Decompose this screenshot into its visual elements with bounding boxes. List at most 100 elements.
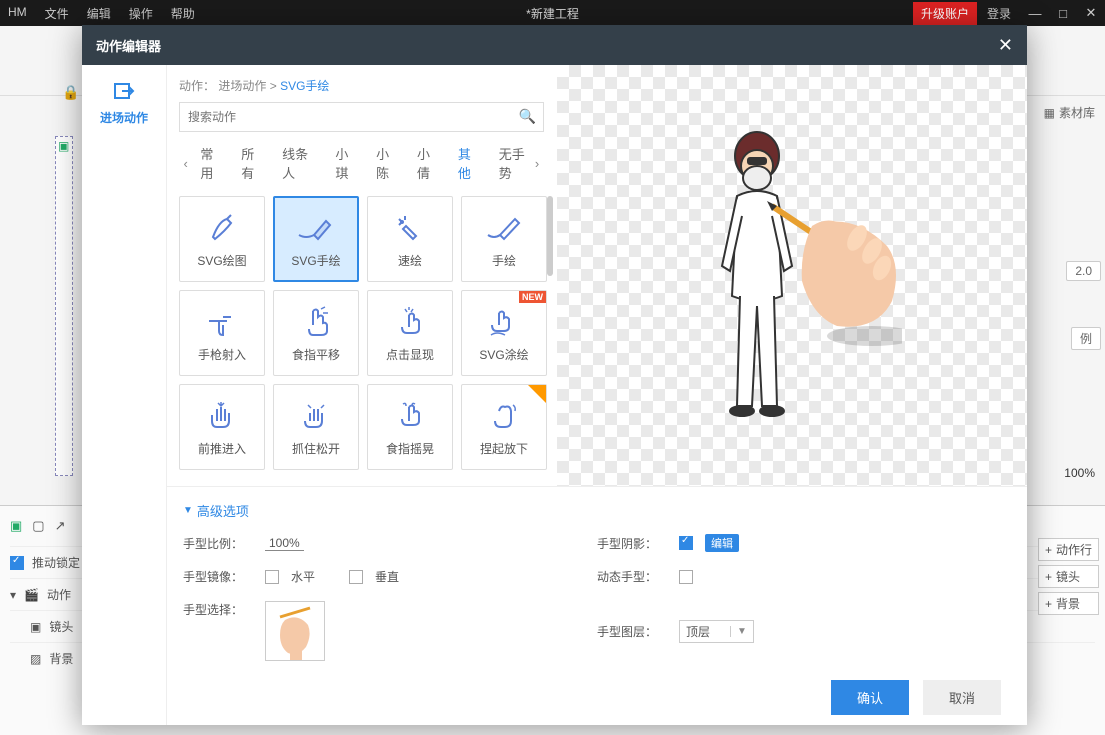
advanced-options-toggle[interactable]: ▼ 高级选项	[183, 501, 1011, 520]
login-button[interactable]: 登录	[977, 5, 1021, 22]
tab-other[interactable]: 其他	[450, 140, 491, 186]
paint-icon	[487, 304, 521, 340]
card-label: 抓住松开	[292, 440, 340, 457]
card-label: 食指平移	[292, 346, 340, 363]
action-card-push[interactable]: 前推进入	[179, 384, 265, 470]
action-card-handdraw[interactable]: SVG手绘	[273, 196, 359, 282]
shadow-edit-button[interactable]: 编辑	[705, 534, 739, 552]
value-field-2[interactable]: 例	[1071, 327, 1101, 350]
row-background-label: 背景	[49, 650, 73, 667]
canvas-selection	[55, 136, 73, 476]
hand-scale-label: 手型比例：	[183, 535, 253, 552]
action-card-paint[interactable]: NEWSVG涂绘	[461, 290, 547, 376]
modal-sidebar: 进场动作	[82, 65, 167, 725]
corner-badge	[528, 385, 546, 403]
camera-icon: ▣	[58, 139, 69, 153]
edit-tool-icon[interactable]: ▢	[32, 518, 44, 534]
chevron-down-icon[interactable]: ▾	[10, 588, 16, 602]
search-icon[interactable]: 🔍	[519, 108, 536, 125]
grid-scrollbar[interactable]	[547, 196, 553, 276]
row-camera-label: 镜头	[49, 618, 73, 635]
menu-hm[interactable]: HM	[8, 5, 27, 22]
card-label: 捏起放下	[480, 440, 528, 457]
upgrade-button[interactable]: 升级账户	[913, 2, 977, 25]
menu-help[interactable]: 帮助	[171, 5, 195, 22]
action-card-wand[interactable]: 速绘	[367, 196, 453, 282]
mirror-horizontal-checkbox[interactable]	[265, 570, 279, 584]
material-library-button[interactable]: ▦ 素材库	[1038, 100, 1101, 125]
tab-xiaoqi[interactable]: 小琪	[327, 140, 368, 186]
tab-lineman[interactable]: 线条人	[274, 140, 327, 186]
dynamic-hand-label: 动态手型：	[597, 568, 667, 585]
mirror-vertical-checkbox[interactable]	[349, 570, 363, 584]
add-camera-button[interactable]: +镜头	[1038, 565, 1099, 588]
value-field-1[interactable]: 2.0	[1066, 261, 1101, 281]
maximize-button[interactable]: □	[1049, 6, 1077, 21]
close-window-button[interactable]: ✕	[1077, 5, 1105, 21]
zoom-value: 100%	[1064, 466, 1095, 480]
minimize-button[interactable]: —	[1021, 6, 1049, 21]
grid-icon: ▦	[1044, 106, 1055, 120]
new-badge: NEW	[519, 291, 546, 303]
camera-tool-icon[interactable]: ▣	[10, 518, 22, 534]
add-background-button[interactable]: +背景	[1038, 592, 1099, 615]
action-card-grab[interactable]: 抓住松开	[273, 384, 359, 470]
lock-icon: 🔒	[62, 84, 79, 101]
tabs-next-icon[interactable]: ›	[530, 156, 544, 171]
modal-title: 动作编辑器	[96, 36, 161, 55]
handdraw-icon	[296, 210, 336, 246]
cancel-button[interactable]: 取消	[923, 680, 1001, 715]
tab-common[interactable]: 常用	[192, 140, 233, 186]
hand-shadow-checkbox[interactable]	[679, 536, 693, 550]
action-card-shake[interactable]: 食指摇晃	[367, 384, 453, 470]
add-action-row-button[interactable]: +动作行	[1038, 538, 1099, 561]
export-tool-icon[interactable]: ↗	[55, 518, 66, 534]
search-input[interactable]	[179, 102, 544, 132]
hand-layer-select[interactable]: 顶层 ▼	[679, 620, 754, 643]
lock-checkbox[interactable]	[10, 556, 24, 570]
mirror-h-label: 水平	[291, 568, 315, 585]
film-icon: 🎬	[24, 588, 39, 602]
enter-action-icon[interactable]	[112, 79, 136, 103]
shake-icon	[395, 398, 425, 434]
card-label: 前推进入	[198, 440, 246, 457]
breadcrumb: 动作： 进场动作 > SVG手绘	[179, 77, 557, 94]
confirm-button[interactable]: 确认	[831, 680, 909, 715]
sidebar-enter-label[interactable]: 进场动作	[100, 109, 148, 126]
card-label: 速绘	[398, 252, 422, 269]
hand-select-thumbnail[interactable]	[265, 601, 325, 661]
tab-xiaoqian[interactable]: 小倩	[409, 140, 450, 186]
chevron-down-icon: ▼	[730, 626, 747, 637]
chevron-down-icon: ▼	[183, 505, 193, 516]
advanced-options: ▼ 高级选项 手型比例： 100% 手型阴影： 编辑 手型镜像：	[167, 486, 1027, 669]
close-icon[interactable]: ✕	[998, 35, 1013, 56]
modal-header: 动作编辑器 ✕	[82, 25, 1027, 65]
draw-icon	[205, 210, 239, 246]
menu-file[interactable]: 文件	[45, 5, 69, 22]
hand-mirror-label: 手型镜像：	[183, 568, 253, 585]
action-card-gun[interactable]: 手枪射入	[179, 290, 265, 376]
mirror-v-label: 垂直	[375, 568, 399, 585]
hand-scale-input[interactable]: 100%	[265, 536, 304, 551]
preview-pane	[557, 65, 1027, 486]
action-card-pencil[interactable]: 手绘	[461, 196, 547, 282]
row-action-label: 动作	[47, 586, 71, 603]
menu-action[interactable]: 操作	[129, 5, 153, 22]
grab-icon	[301, 398, 331, 434]
dynamic-hand-checkbox[interactable]	[679, 570, 693, 584]
push-icon	[207, 398, 237, 434]
tabs-prev-icon[interactable]: ‹	[179, 156, 192, 171]
tab-all[interactable]: 所有	[233, 140, 274, 186]
tap-icon	[395, 304, 425, 340]
action-editor-modal: 动作编辑器 ✕ 进场动作 动作： 进场动作 > SVG手绘	[82, 25, 1027, 725]
tab-xiaochen[interactable]: 小陈	[368, 140, 409, 186]
action-card-tap[interactable]: 点击显现	[367, 290, 453, 376]
breadcrumb-mid[interactable]: 进场动作	[218, 79, 266, 93]
card-label: 食指摇晃	[386, 440, 434, 457]
category-tabs: ‹ 常用 所有 线条人 小琪 小陈 小倩 其他 无手势 ›	[179, 140, 544, 186]
action-card-fingermove[interactable]: 食指平移	[273, 290, 359, 376]
action-card-draw[interactable]: SVG绘图	[179, 196, 265, 282]
card-label: 点击显现	[386, 346, 434, 363]
menu-edit[interactable]: 编辑	[87, 5, 111, 22]
action-card-pinch[interactable]: 捏起放下	[461, 384, 547, 470]
